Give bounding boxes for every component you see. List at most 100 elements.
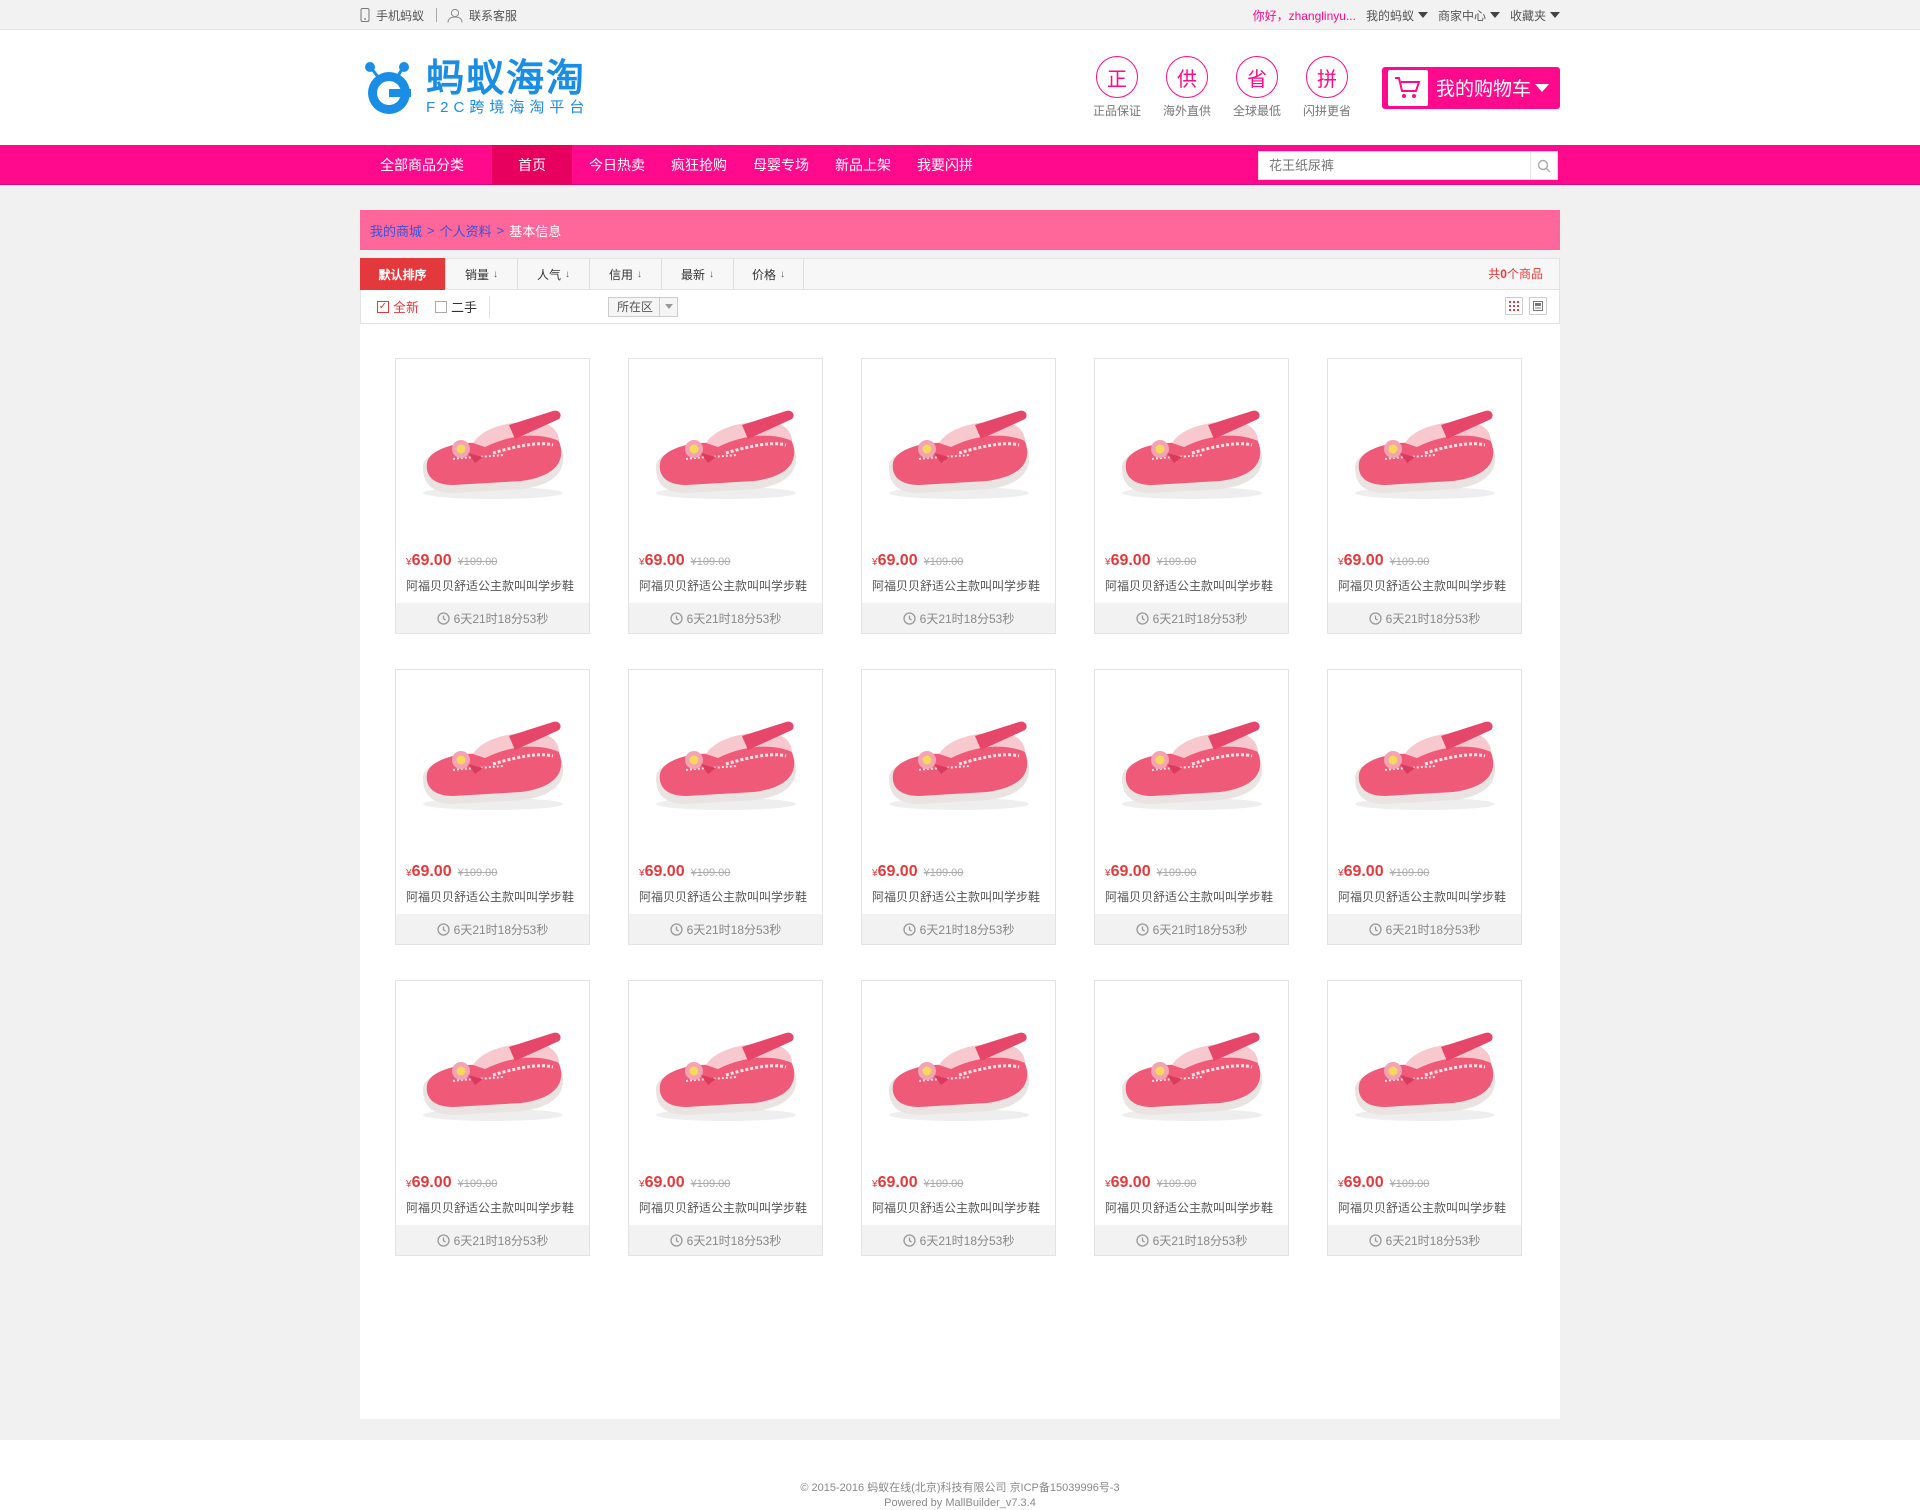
favorites-menu[interactable]: 收藏夹 (1510, 7, 1560, 24)
cart-button[interactable]: 我的购物车 (1382, 66, 1560, 109)
merchant-center-menu[interactable]: 商家中心 (1438, 7, 1500, 24)
sort-bar: 默认排序 销量 ↓ 人气 ↓ 信用 ↓ 最新 ↓ 价格 ↓ 共0个商品 (360, 258, 1560, 290)
clock-icon (436, 1233, 450, 1247)
product-card[interactable]: ¥69.00 ¥109.00 阿福贝贝舒适公主款叫叫学步鞋 6天21时18分53… (395, 669, 590, 945)
clock-icon (902, 922, 916, 936)
product-card[interactable]: ¥69.00 ¥109.00 阿福贝贝舒适公主款叫叫学步鞋 6天21时18分53… (861, 669, 1056, 945)
filter-used-checkbox[interactable]: 二手 (435, 297, 477, 316)
product-old-price: ¥109.00 (923, 867, 964, 879)
product-image (1328, 359, 1521, 545)
product-title: 阿福贝贝舒适公主款叫叫学步鞋 (1338, 890, 1507, 904)
countdown-text: 6天21时18分53秒 (1385, 922, 1481, 937)
price-row: ¥69.00 ¥109.00 (396, 856, 589, 881)
nav-new-arrivals[interactable]: 新品上架 (822, 145, 904, 185)
price-row: ¥69.00 ¥109.00 (1095, 1167, 1288, 1192)
area-select[interactable]: 所在区 (608, 296, 679, 317)
arrow-down-icon: ↓ (493, 268, 498, 280)
breadcrumb-link[interactable]: 我的商城 (370, 221, 422, 240)
product-price: ¥69.00 (1338, 552, 1384, 570)
clock-icon (669, 922, 683, 936)
badge-overseas: 供 海外直供 (1152, 56, 1222, 119)
product-card[interactable]: ¥69.00 ¥109.00 阿福贝贝舒适公主款叫叫学步鞋 6天21时18分53… (395, 980, 590, 1256)
product-card[interactable]: ¥69.00 ¥109.00 阿福贝贝舒适公主款叫叫学步鞋 6天21时18分53… (1094, 669, 1289, 945)
product-card[interactable]: ¥69.00 ¥109.00 阿福贝贝舒适公主款叫叫学步鞋 6天21时18分53… (1094, 358, 1289, 634)
price-row: ¥69.00 ¥109.00 (1095, 545, 1288, 570)
total-count: 共0个商品 (1488, 259, 1543, 289)
supply-icon: 供 (1166, 56, 1208, 98)
product-image (862, 670, 1055, 856)
countdown-text: 6天21时18分53秒 (1385, 1233, 1481, 1248)
product-card[interactable]: ¥69.00 ¥109.00 阿福贝贝舒适公主款叫叫学步鞋 6天21时18分53… (628, 358, 823, 634)
sort-label: 价格 (751, 267, 776, 282)
product-card[interactable]: ¥69.00 ¥109.00 阿福贝贝舒适公主款叫叫学步鞋 6天21时18分53… (861, 358, 1056, 634)
logo-title: 蚂蚁海淘 (426, 57, 587, 100)
price-value: 69.00 (411, 1174, 452, 1191)
site-logo[interactable]: 蚂蚁海淘 F2C跨境海淘平台 (360, 59, 589, 117)
product-card[interactable]: ¥69.00 ¥109.00 阿福贝贝舒适公主款叫叫学步鞋 6天21时18分53… (395, 358, 590, 634)
product-title: 阿福贝贝舒适公主款叫叫学步鞋 (872, 890, 1041, 904)
nav-today-hot[interactable]: 今日热卖 (576, 145, 658, 185)
sort-default[interactable]: 默认排序 (360, 258, 446, 290)
nav-flash-sale[interactable]: 疯狂抢购 (658, 145, 740, 185)
countdown-timer: 6天21时18分53秒 (1095, 914, 1288, 944)
search-box (1258, 151, 1558, 180)
customer-service-link[interactable]: 联系客服 (447, 7, 529, 24)
nav-mother-baby[interactable]: 母婴专场 (740, 145, 822, 185)
grid-view-button[interactable] (1505, 297, 1523, 315)
product-card[interactable]: ¥69.00 ¥109.00 阿福贝贝舒适公主款叫叫学步鞋 6天21时18分53… (1327, 358, 1522, 634)
price-value: 69.00 (877, 552, 918, 569)
arrow-down-icon: ↓ (709, 268, 714, 280)
countdown-timer: 6天21时18分53秒 (396, 603, 589, 633)
sort-newest[interactable]: 最新 ↓ (662, 259, 734, 289)
product-old-price: ¥109.00 (1156, 556, 1197, 568)
shoe-image (1121, 721, 1262, 810)
badge-label: 正品保证 (1092, 104, 1141, 118)
nav-all-categories[interactable]: 全部商品分类 (360, 145, 492, 185)
product-image (1328, 981, 1521, 1167)
filter-new-checkbox[interactable]: ✓ 全新 (377, 297, 419, 316)
product-card[interactable]: ¥69.00 ¥109.00 阿福贝贝舒适公主款叫叫学步鞋 6天21时18分53… (628, 980, 823, 1256)
product-card[interactable]: ¥69.00 ¥109.00 阿福贝贝舒适公主款叫叫学步鞋 6天21时18分53… (861, 980, 1056, 1256)
nav-home[interactable]: 首页 (492, 145, 572, 185)
sort-credit[interactable]: 信用 ↓ (590, 259, 662, 289)
footer: © 2015-2016 蚂蚁在线(北京)科技有限公司 京ICP备15039996… (0, 1440, 1920, 1510)
search-button[interactable] (1530, 152, 1557, 179)
product-card[interactable]: ¥69.00 ¥109.00 阿福贝贝舒适公主款叫叫学步鞋 6天21时18分53… (1094, 980, 1289, 1256)
product-card[interactable]: ¥69.00 ¥109.00 阿福贝贝舒适公主款叫叫学步鞋 6天21时18分53… (1327, 980, 1522, 1256)
product-price: ¥69.00 (639, 552, 685, 570)
breadcrumb-link[interactable]: 个人资料 (440, 221, 492, 240)
price-value: 69.00 (877, 863, 918, 880)
price-value: 69.00 (1343, 1174, 1384, 1191)
sort-popularity[interactable]: 人气 ↓ (518, 259, 590, 289)
product-title: 阿福贝贝舒适公主款叫叫学步鞋 (639, 890, 808, 904)
nav-group-buy[interactable]: 我要闪拼 (904, 145, 986, 185)
clock-icon (902, 1233, 916, 1247)
price-row: ¥69.00 ¥109.00 (862, 545, 1055, 570)
clock-icon (436, 922, 450, 936)
price-value: 69.00 (411, 863, 452, 880)
badge-label: 海外直供 (1162, 104, 1211, 118)
clock-icon (902, 611, 916, 625)
greeting-link[interactable]: 你好，zhanglinyu... (1253, 7, 1356, 24)
list-view-button[interactable] (1529, 297, 1547, 315)
my-account-menu[interactable]: 我的蚂蚁 (1366, 7, 1428, 24)
countdown-timer: 6天21时18分53秒 (1095, 603, 1288, 633)
product-card[interactable]: ¥69.00 ¥109.00 阿福贝贝舒适公主款叫叫学步鞋 6天21时18分53… (628, 669, 823, 945)
product-image (1095, 981, 1288, 1167)
mobile-link[interactable]: 手机蚂蚁 (360, 7, 436, 24)
divider (436, 8, 438, 22)
cart-icon (1388, 69, 1428, 106)
product-old-price: ¥109.00 (690, 1178, 731, 1190)
product-image (396, 359, 589, 545)
sort-sales[interactable]: 销量 ↓ (446, 259, 518, 289)
price-row: ¥69.00 ¥109.00 (862, 1167, 1055, 1192)
total-suffix: 个商品 (1506, 267, 1543, 281)
sort-price[interactable]: 价格 ↓ (734, 259, 804, 289)
search-input[interactable] (1259, 152, 1530, 179)
shoe-image (1121, 1032, 1262, 1121)
favorites-label: 收藏夹 (1509, 8, 1546, 23)
sort-label: 最新 (680, 267, 705, 282)
badge-group: 拼 闪拼更省 (1292, 56, 1362, 119)
chevron-down-icon (1535, 83, 1550, 92)
product-card[interactable]: ¥69.00 ¥109.00 阿福贝贝舒适公主款叫叫学步鞋 6天21时18分53… (1327, 669, 1522, 945)
